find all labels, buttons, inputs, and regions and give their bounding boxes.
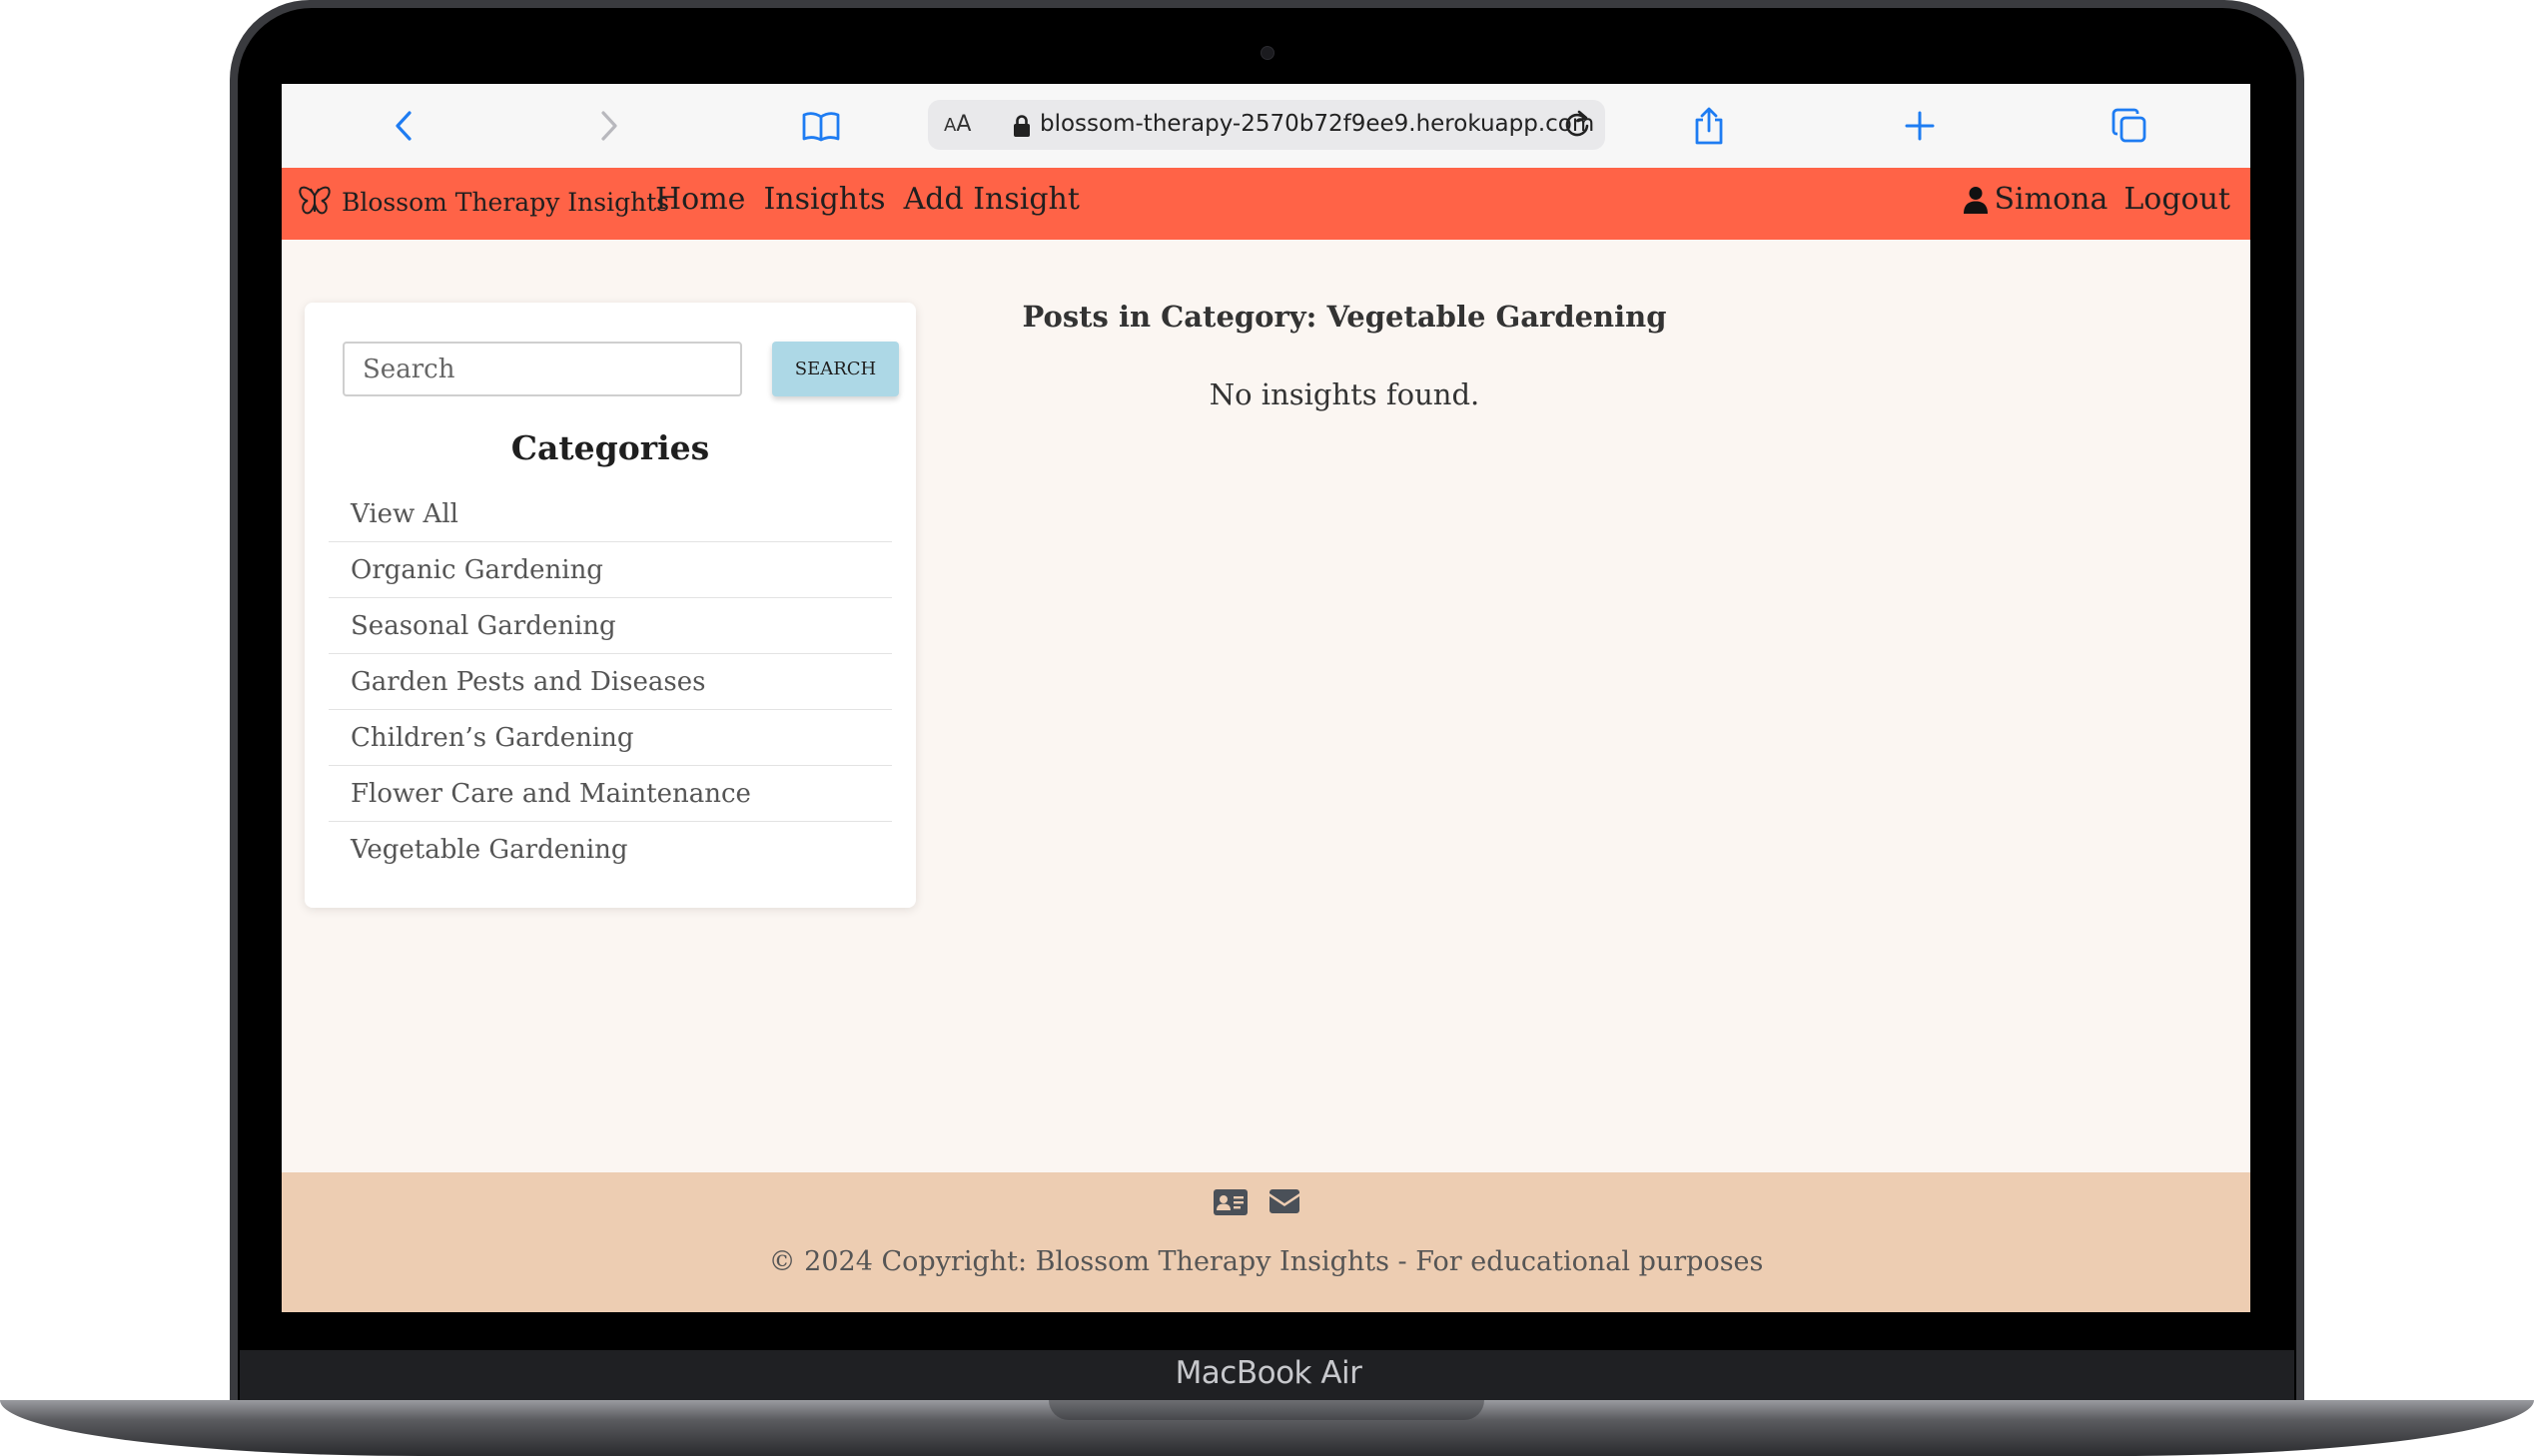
- brand-link[interactable]: Blossom Therapy Insights: [298, 186, 669, 218]
- sidebar-card: SEARCH Categories View All Organic Garde…: [305, 303, 916, 908]
- text-size-big-label: A: [956, 112, 972, 137]
- user-profile-link[interactable]: Simona: [1964, 182, 2108, 217]
- reload-icon[interactable]: [1559, 107, 1595, 143]
- nav-links: Home Insights Add Insight: [655, 182, 1080, 217]
- category-view-all[interactable]: View All: [329, 486, 892, 542]
- category-seasonal-gardening[interactable]: Seasonal Gardening: [329, 598, 892, 654]
- laptop-hinge-notch: [1049, 1400, 1484, 1420]
- categories-heading: Categories: [510, 428, 710, 467]
- nav-insights-link[interactable]: Insights: [763, 182, 885, 217]
- site-navbar: Blossom Therapy Insights Home Insights A…: [282, 168, 2250, 240]
- page-title: Posts in Category: Vegetable Gardening: [1022, 300, 1667, 334]
- category-garden-pests[interactable]: Garden Pests and Diseases: [329, 654, 892, 710]
- category-organic-gardening[interactable]: Organic Gardening: [329, 542, 892, 598]
- nav-add-insight-link[interactable]: Add Insight: [904, 182, 1080, 217]
- contact-card-icon[interactable]: [1213, 1188, 1249, 1216]
- screen: AA blossom-therapy-2570b72f9ee9.herokuap…: [282, 84, 2250, 1312]
- empty-state-message: No insights found.: [1209, 377, 1480, 411]
- envelope-icon[interactable]: [1268, 1188, 1300, 1214]
- search-input[interactable]: [343, 342, 742, 396]
- forward-icon[interactable]: [585, 102, 633, 150]
- bookmarks-icon[interactable]: [797, 102, 845, 150]
- share-icon[interactable]: [1685, 102, 1733, 150]
- url-text: blossom-therapy-2570b72f9ee9.herokuapp.c…: [1040, 111, 1595, 137]
- address-bar[interactable]: AA blossom-therapy-2570b72f9ee9.herokuap…: [928, 100, 1605, 150]
- brand-name: Blossom Therapy Insights: [342, 187, 670, 217]
- site-footer: © 2024 Copyright: Blossom Therapy Insigh…: [282, 1172, 2250, 1312]
- text-size-button[interactable]: AA: [944, 112, 971, 137]
- text-size-small-label: A: [944, 115, 957, 136]
- back-icon[interactable]: [380, 102, 427, 150]
- butterfly-icon: [299, 186, 331, 215]
- device-model-label: MacBook Air: [1175, 1355, 1362, 1391]
- category-vegetable-gardening[interactable]: Vegetable Gardening: [329, 822, 892, 878]
- tabs-icon[interactable]: [2106, 102, 2153, 150]
- user-icon: [1964, 186, 1989, 214]
- logout-link[interactable]: Logout: [2123, 182, 2230, 217]
- nav-user-area: Simona Logout: [1964, 182, 2230, 217]
- category-childrens-gardening[interactable]: Children’s Gardening: [329, 710, 892, 766]
- copyright-text: © 2024 Copyright: Blossom Therapy Insigh…: [768, 1246, 1764, 1277]
- category-list: View All Organic Gardening Seasonal Gard…: [329, 486, 892, 878]
- lock-icon: [1014, 115, 1030, 137]
- user-name: Simona: [1994, 182, 2109, 217]
- new-tab-icon[interactable]: [1896, 102, 1944, 150]
- footer-icons: [1213, 1188, 1300, 1216]
- nav-home-link[interactable]: Home: [655, 182, 745, 217]
- search-button[interactable]: SEARCH: [772, 342, 899, 396]
- camera-icon: [1261, 46, 1274, 60]
- browser-toolbar: AA blossom-therapy-2570b72f9ee9.herokuap…: [282, 84, 2250, 169]
- category-flower-care[interactable]: Flower Care and Maintenance: [329, 766, 892, 822]
